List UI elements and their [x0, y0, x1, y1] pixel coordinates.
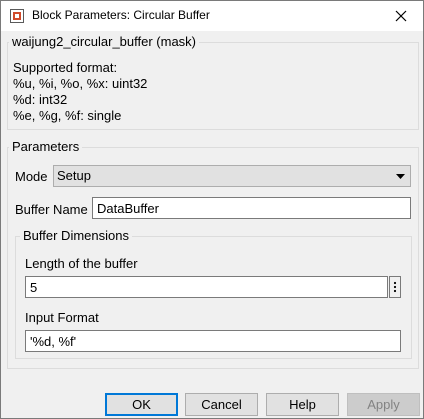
length-value: 5 — [30, 280, 38, 295]
close-icon — [395, 10, 407, 22]
mode-select[interactable]: Setup — [53, 165, 411, 187]
chevron-down-icon — [396, 174, 405, 179]
input-format-label: Input Format — [25, 310, 99, 325]
length-input[interactable]: 5 — [25, 276, 388, 298]
length-more-button[interactable] — [389, 276, 401, 298]
apply-button[interactable]: Apply — [347, 393, 420, 416]
buffer-name-value: DataBuffer — [97, 201, 159, 216]
window-title: Block Parameters: Circular Buffer — [32, 8, 210, 22]
description-line: %d: int32 — [13, 92, 68, 107]
buffer-name-input[interactable]: DataBuffer — [92, 197, 411, 219]
cancel-button[interactable]: Cancel — [185, 393, 258, 416]
dialog-window: Block Parameters: Circular Buffer waijun… — [0, 0, 424, 419]
mode-value: Setup — [57, 168, 91, 183]
description-line: %u, %i, %o, %x: uint32 — [13, 76, 148, 91]
help-button[interactable]: Help — [266, 393, 339, 416]
description-line: Supported format: — [13, 60, 118, 75]
input-format-input[interactable]: '%d, %f' — [25, 330, 401, 352]
vertical-ellipsis-icon — [393, 281, 397, 293]
input-format-value: '%d, %f' — [30, 334, 77, 349]
simulink-block-icon — [10, 9, 24, 23]
title-bar[interactable]: Block Parameters: Circular Buffer — [1, 1, 423, 31]
parameters-group-label: Parameters — [9, 139, 83, 154]
ok-button[interactable]: OK — [105, 393, 178, 416]
close-button[interactable] — [379, 1, 423, 31]
length-label: Length of the buffer — [25, 256, 138, 271]
description-line: %e, %g, %f: single — [13, 108, 122, 123]
mask-title: waijung2_circular_buffer (mask) — [9, 34, 200, 49]
buffer-dimensions-label: Buffer Dimensions — [20, 228, 132, 243]
mode-label: Mode — [15, 169, 48, 184]
buffer-name-label: Buffer Name — [15, 202, 88, 217]
